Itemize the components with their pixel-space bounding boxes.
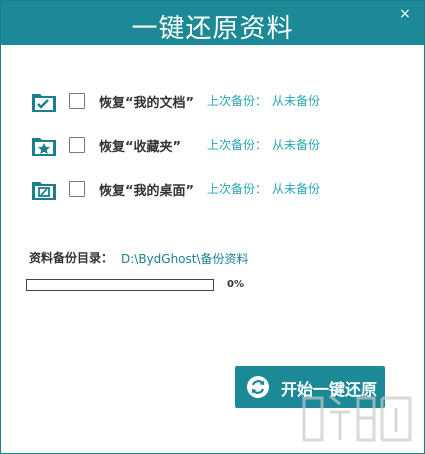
desktop-last-backup-value: 从未备份 — [272, 182, 321, 196]
favorites-last-backup-value: 从未备份 — [272, 138, 321, 152]
favorites-last-backup-label: 上次备份： — [207, 138, 268, 152]
desktop-checkbox[interactable] — [69, 181, 85, 197]
folder-check-icon — [32, 94, 56, 112]
title-bar: 一键还原资料 × — [1, 1, 424, 45]
close-icon[interactable]: × — [398, 7, 412, 21]
folder-desktop-icon — [32, 182, 56, 200]
documents-checkbox[interactable] — [69, 93, 85, 109]
documents-label: 恢复“我的文档” — [99, 96, 195, 111]
restore-window: 一键还原资料 × 恢复“我的文档” 上次备份： 从未备份 恢复“收藏夹” 上次备… — [0, 0, 425, 454]
progress-bar — [26, 279, 214, 291]
progress-percent: 0% — [227, 279, 244, 290]
backup-dir-path[interactable]: D:\BydGhost\备份资料 — [121, 250, 249, 267]
refresh-icon — [247, 376, 269, 398]
desktop-last-backup-label: 上次备份： — [207, 182, 268, 196]
documents-last-backup-label: 上次备份： — [207, 94, 268, 108]
folder-star-icon — [32, 138, 56, 156]
documents-last-backup-value: 从未备份 — [272, 94, 321, 108]
backup-dir-label: 资料备份目录： — [29, 251, 114, 265]
favorites-label: 恢复“收藏夹” — [99, 140, 182, 155]
favorites-checkbox[interactable] — [69, 137, 85, 153]
window-title: 一键还原资料 — [131, 14, 294, 44]
desktop-label: 恢复“我的桌面” — [99, 184, 195, 199]
watermark-logo — [302, 394, 412, 442]
